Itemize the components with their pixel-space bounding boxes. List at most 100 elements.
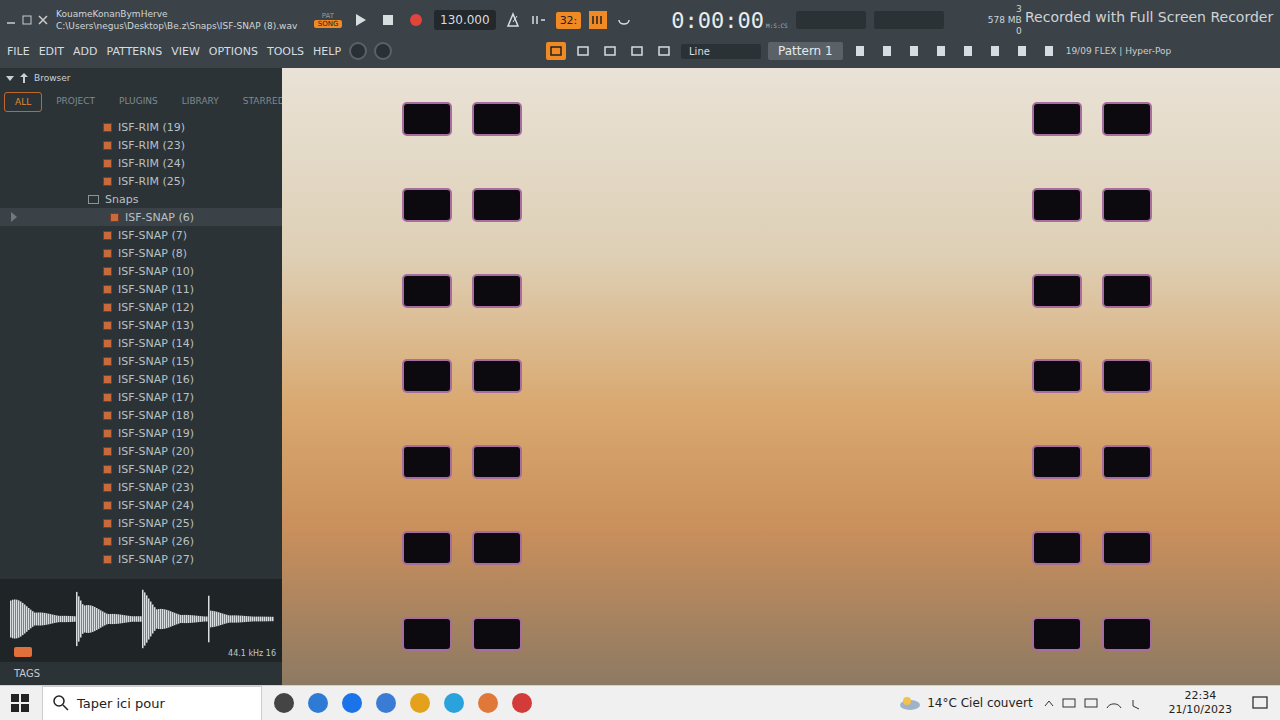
telegram-app[interactable] — [442, 691, 466, 715]
item-label[interactable]: ISF-SNAP (22) — [118, 463, 194, 476]
search-placeholder[interactable]: Taper ici pour — [77, 696, 165, 711]
menu-item[interactable]: EDIT — [38, 45, 65, 58]
browser-item[interactable]: ISF-SNAP (12) — [0, 298, 282, 316]
mode-option[interactable]: SONG — [314, 20, 342, 28]
start-button[interactable] — [8, 691, 32, 715]
menu-item[interactable]: OPTIONS — [208, 45, 259, 58]
item-label[interactable]: ISF-RIM (19) — [118, 121, 185, 134]
plugin-button[interactable] — [931, 42, 951, 60]
browser-item[interactable]: ISF-SNAP (17) — [0, 388, 282, 406]
browser-item[interactable]: ISF-SNAP (22) — [0, 460, 282, 478]
restore-icon[interactable] — [22, 15, 32, 25]
browser-item[interactable]: ISF-SNAP (24) — [0, 496, 282, 514]
snap-mode[interactable]: Line — [689, 46, 710, 57]
item-label[interactable]: ISF-SNAP (10) — [118, 265, 194, 278]
browser-item[interactable]: ISF-SNAP (14) — [0, 334, 282, 352]
playlist-button[interactable] — [546, 42, 566, 60]
item-label[interactable]: ISF-SNAP (12) — [118, 301, 194, 314]
browser-button[interactable] — [958, 42, 978, 60]
plug-button[interactable] — [985, 42, 1005, 60]
item-label[interactable]: ISF-SNAP (26) — [118, 535, 194, 548]
mixer-button[interactable] — [850, 42, 870, 60]
item-label[interactable]: ISF-SNAP (19) — [118, 427, 194, 440]
browser-item[interactable]: ISF-SNAP (10) — [0, 262, 282, 280]
mail-app[interactable] — [340, 691, 364, 715]
weather-widget[interactable]: 14°C Ciel couvert — [899, 696, 1032, 710]
pat-song-toggle[interactable]: PATSONG — [314, 12, 342, 28]
item-label[interactable]: ISF-SNAP (11) — [118, 283, 194, 296]
cart-button[interactable] — [1039, 42, 1059, 60]
menu-item[interactable]: HELP — [312, 45, 342, 58]
mode-option[interactable]: PAT — [314, 12, 342, 20]
item-label[interactable]: ISF-RIM (23) — [118, 139, 185, 152]
tempo-display[interactable]: 130.000 — [434, 10, 496, 30]
stop-button[interactable] — [378, 10, 398, 30]
menu-item[interactable]: VIEW — [170, 45, 201, 58]
pattern-selector[interactable]: Pattern 1 — [768, 42, 843, 60]
browser-item[interactable]: ISF-SNAP (7) — [0, 226, 282, 244]
item-label[interactable]: ISF-SNAP (25) — [118, 517, 194, 530]
item-label[interactable]: ISF-SNAP (14) — [118, 337, 194, 350]
browser-item[interactable]: ISF-SNAP (6) — [0, 208, 282, 226]
fl-studio-app[interactable] — [476, 691, 500, 715]
browser-tab[interactable]: PLUGINS — [109, 92, 168, 112]
chrome-app[interactable] — [374, 691, 398, 715]
item-label[interactable]: ISF-SNAP (15) — [118, 355, 194, 368]
item-label[interactable]: ISF-SNAP (18) — [118, 409, 194, 422]
preview-play-button[interactable] — [14, 647, 32, 657]
browser-item[interactable]: ISF-RIM (23) — [0, 136, 282, 154]
browser-item[interactable]: ISF-SNAP (19) — [0, 424, 282, 442]
play-button[interactable] — [350, 10, 370, 30]
browser-tab[interactable]: ALL — [4, 92, 42, 112]
brush-button[interactable] — [600, 42, 620, 60]
item-label[interactable]: ISF-RIM (25) — [118, 175, 185, 188]
browser-item[interactable]: ISF-SNAP (18) — [0, 406, 282, 424]
browser-item[interactable]: ISF-SNAP (27) — [0, 550, 282, 568]
minimize-icon[interactable] — [6, 15, 16, 25]
browser-tab[interactable]: PROJECT — [46, 92, 105, 112]
record-button[interactable] — [406, 10, 426, 30]
item-label[interactable]: Snaps — [105, 193, 138, 206]
blend-button[interactable] — [589, 11, 607, 29]
channel-button[interactable] — [877, 42, 897, 60]
explorer-app[interactable] — [408, 691, 432, 715]
clock[interactable]: 22:3421/10/2023 — [1163, 689, 1238, 717]
recorder-app[interactable] — [510, 691, 534, 715]
item-label[interactable]: ISF-RIM (24) — [118, 157, 185, 170]
item-label[interactable]: ISF-SNAP (6) — [125, 211, 194, 224]
item-label[interactable]: ISF-SNAP (13) — [118, 319, 194, 332]
browser-item[interactable]: ISF-SNAP (16) — [0, 370, 282, 388]
master-pitch-knob[interactable] — [374, 42, 392, 60]
metronome-button[interactable] — [504, 11, 522, 29]
browser-tab[interactable]: LIBRARY — [172, 92, 229, 112]
item-label[interactable]: ISF-SNAP (27) — [118, 553, 194, 566]
item-label[interactable]: ISF-SNAP (7) — [118, 229, 187, 242]
close-icon[interactable] — [38, 15, 48, 25]
browser-item[interactable]: ISF-SNAP (25) — [0, 514, 282, 532]
browser-item[interactable]: ISF-SNAP (15) — [0, 352, 282, 370]
tempo-button[interactable] — [1012, 42, 1032, 60]
menu-item[interactable]: FILE — [6, 45, 31, 58]
browser-item[interactable]: ISF-SNAP (23) — [0, 478, 282, 496]
browser-item[interactable]: ISF-SNAP (20) — [0, 442, 282, 460]
loop-record-button[interactable] — [615, 11, 633, 29]
menu-item[interactable]: TOOLS — [266, 45, 305, 58]
snap-dropdown[interactable]: Line — [681, 44, 761, 59]
taskbar-search[interactable]: Taper ici pour — [42, 686, 262, 720]
browser-item[interactable]: ISF-SNAP (8) — [0, 244, 282, 262]
browser-item[interactable]: ISF-RIM (24) — [0, 154, 282, 172]
task-view-app[interactable] — [272, 691, 296, 715]
browser-item[interactable]: ISF-SNAP (13) — [0, 316, 282, 334]
countdown-button[interactable]: 32: — [556, 12, 582, 29]
browser-item[interactable]: ISF-SNAP (26) — [0, 532, 282, 550]
browser-item[interactable]: ISF-RIM (19) — [0, 118, 282, 136]
item-label[interactable]: ISF-SNAP (24) — [118, 499, 194, 512]
arrow-button[interactable] — [573, 42, 593, 60]
browser-item[interactable]: ISF-RIM (25) — [0, 172, 282, 190]
menu-item[interactable]: ADD — [72, 45, 98, 58]
browser-item[interactable]: ISF-SNAP (11) — [0, 280, 282, 298]
edge-app[interactable] — [306, 691, 330, 715]
menu-item[interactable]: PATTERNS — [106, 45, 164, 58]
stamp-button[interactable] — [654, 42, 674, 60]
browser-item[interactable]: Snaps — [0, 190, 282, 208]
